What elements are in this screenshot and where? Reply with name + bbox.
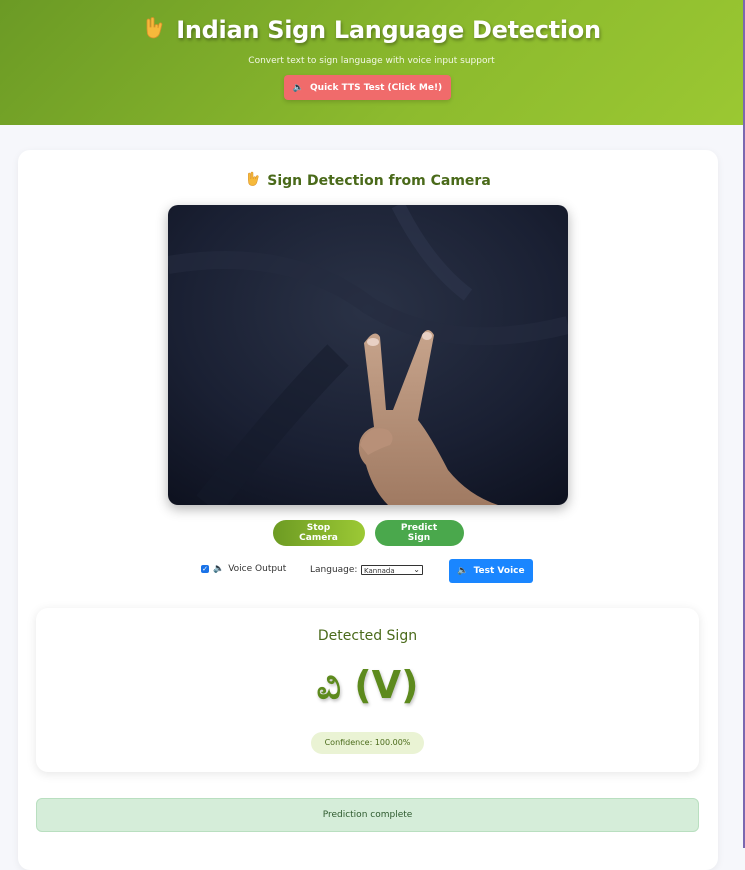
page-title: Indian Sign Language Detection (176, 16, 601, 44)
speaker-icon: 🔈 (213, 564, 225, 574)
language-label: Language: (310, 565, 358, 575)
speaker-icon: 🔈 (292, 82, 305, 93)
voice-output-label: Voice Output (228, 564, 287, 574)
detected-sign-title: Detected Sign (317, 628, 418, 644)
stop-camera-button[interactable]: Stop Camera (272, 520, 365, 546)
confidence-badge: Confidence: 100.00% (311, 732, 424, 754)
language-select[interactable]: Kannada ⌄ (361, 565, 423, 575)
chevron-down-icon: ⌄ (413, 565, 420, 574)
detection-card: Sign Detection from Camera Stop Camera P… (18, 150, 718, 870)
camera-button-row: Stop Camera Predict Sign (18, 520, 718, 546)
title-row: Indian Sign Language Detection (0, 16, 743, 44)
love-you-hand-icon (142, 16, 166, 44)
voice-output-toggle[interactable]: ✓ 🔈 Voice Output (201, 564, 286, 574)
quick-tts-test-label: Quick TTS Test (Click Me!) (310, 82, 443, 93)
status-message: Prediction complete (36, 798, 699, 832)
camera-section-title: Sign Detection from Camera (18, 171, 718, 191)
camera-feed (168, 205, 568, 505)
camera-section-title-text: Sign Detection from Camera (267, 173, 491, 189)
test-voice-label: Test Voice (473, 566, 525, 576)
detected-sign-panel: Detected Sign ವಿ (V) Confidence: 100.00% (36, 608, 699, 772)
page-subtitle: Convert text to sign language with voice… (248, 56, 495, 66)
speaker-icon: 🔈 (457, 566, 469, 576)
language-select-value: Kannada (364, 567, 395, 575)
voice-output-checkbox[interactable]: ✓ (201, 565, 209, 573)
test-voice-button[interactable]: 🔈 Test Voice (449, 559, 533, 583)
detected-sign-value: ವಿ (V) (316, 663, 419, 707)
app-header: Indian Sign Language Detection Convert t… (0, 0, 743, 125)
love-you-hand-icon (245, 171, 261, 191)
predict-sign-button[interactable]: Predict Sign (374, 520, 464, 546)
voice-controls: ✓ 🔈 Voice Output Language: Kannada ⌄ 🔈 T… (18, 559, 718, 583)
quick-tts-test-button[interactable]: 🔈 Quick TTS Test (Click Me!) (284, 75, 451, 100)
